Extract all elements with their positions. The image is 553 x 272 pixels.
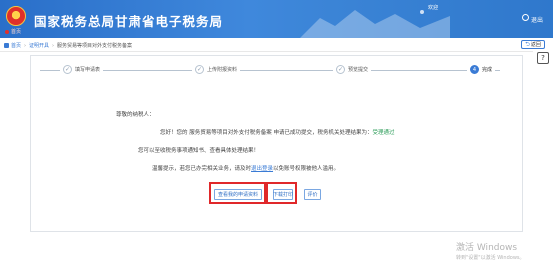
breadcrumb: 首页 › 证明开具 › 服务贸易等项目对外支付税务备案 xyxy=(4,42,132,49)
highlight-box xyxy=(209,182,266,204)
notice-text: 您可以至收税务事项通知书、查看具体处理结果！ xyxy=(138,148,260,154)
breadcrumb-separator: › xyxy=(24,43,27,49)
home-link[interactable]: 首页 xyxy=(5,28,21,35)
site-title: 国家税务总局甘肃省电子税务局 xyxy=(34,14,224,29)
page: 国家税务总局甘肃省电子税务局 首页 欢迎 退出 首页 › 证明开具 › 服务贸易等项目对… xyxy=(0,0,553,272)
evaluate-button[interactable]: 评价 xyxy=(304,189,321,200)
step-check-icon: ✓ xyxy=(195,65,204,74)
logout-tip: 温馨提示，若您已办完相关业务，请及时退出登录以免账号权限被他人滥用。 xyxy=(152,164,339,172)
step-check-icon: ✓ xyxy=(336,65,345,74)
breadcrumb-current: 服务贸易等项目对外支付税务备案 xyxy=(57,43,133,49)
steps-progress-line xyxy=(40,70,500,71)
location-icon xyxy=(4,43,9,48)
result-message-text: 您好！您的 服务贸易等项目对外支付税务备案 申请已成功提交，税务机关处理结果为： xyxy=(160,130,373,136)
highlight-box xyxy=(266,182,297,204)
step-label: 完成 xyxy=(482,67,493,73)
logout-tip-prefix: 温馨提示，若您已办完相关业务，请及时 xyxy=(152,166,252,172)
logout-button[interactable]: 退出 xyxy=(531,15,543,24)
help-button[interactable]: ? xyxy=(537,52,549,64)
site-header: 国家税务总局甘肃省电子税务局 首页 欢迎 退出 xyxy=(0,0,553,38)
user-icon xyxy=(420,10,424,14)
step-label: 填写申请表 xyxy=(75,67,101,73)
logout-link[interactable]: 退出登录 xyxy=(251,166,273,172)
tax-emblem-icon xyxy=(6,6,26,26)
result-message: 您好！您的 服务贸易等项目对外支付税务备案 申请已成功提交，税务机关处理结果为：… xyxy=(160,128,395,136)
watermark-title: 激活 Windows xyxy=(456,243,518,253)
divider xyxy=(0,51,533,52)
breadcrumb-cert[interactable]: 证明开具 xyxy=(29,43,49,49)
back-arrow-icon: ⮌ xyxy=(525,40,530,48)
breadcrumb-separator: › xyxy=(52,43,55,49)
content-panel xyxy=(30,55,523,232)
home-link-label: 首页 xyxy=(11,29,22,35)
status-badge: 受理通过 xyxy=(372,130,395,136)
step-number: 4 xyxy=(470,65,479,74)
back-button[interactable]: ⮌ 返回 xyxy=(521,40,545,49)
step-preview: ✓ 预览提交 xyxy=(333,65,372,74)
step-upload: ✓ 上传附报资料 xyxy=(192,65,241,74)
logout-tip-suffix: 以免账号权限被他人滥用。 xyxy=(273,166,340,172)
watermark-subtitle: 转到"设置"以激活 Windows。 xyxy=(456,255,525,261)
step-complete: 4 完成 xyxy=(467,65,496,74)
step-label: 上传附报资料 xyxy=(207,67,238,73)
back-button-label: 返回 xyxy=(530,42,541,48)
welcome-text: 欢迎 xyxy=(428,5,439,11)
home-icon xyxy=(5,29,9,34)
windows-activation-watermark: 激活 Windows 转到"设置"以激活 Windows。 xyxy=(456,240,525,261)
logout-icon[interactable] xyxy=(522,14,529,21)
greeting-text: 尊敬的纳税人： xyxy=(116,112,155,118)
step-check-icon: ✓ xyxy=(63,65,72,74)
breadcrumb-home[interactable]: 首页 xyxy=(11,43,21,49)
step-label: 预览提交 xyxy=(348,67,369,73)
step-fill-form: ✓ 填写申请表 xyxy=(60,65,104,74)
